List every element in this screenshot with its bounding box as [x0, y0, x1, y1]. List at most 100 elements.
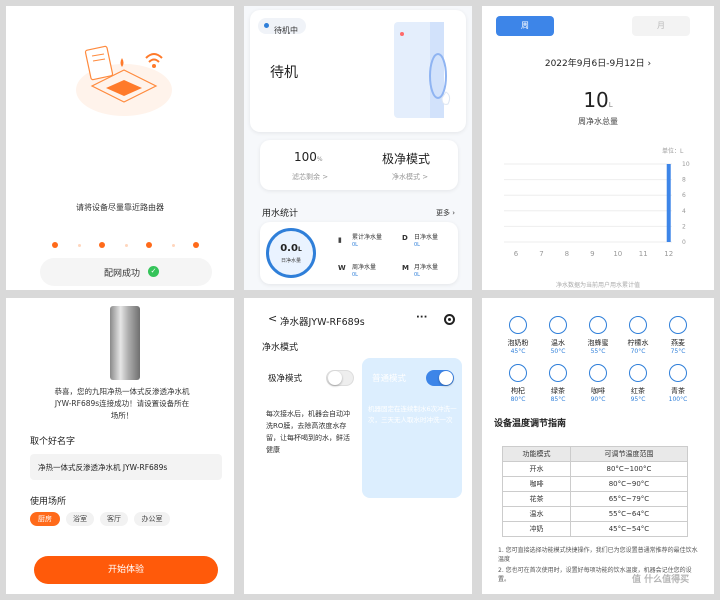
back-button[interactable]: <: [268, 312, 277, 325]
temperature-table: 功能模式 可调节温度范围 开水 80°C~100°C 咖啡 80°C~90°C 花茶 65…: [502, 446, 689, 537]
stats-card: 0.0L 日净水量 ▮ 累计净水量 0L D 日净水量 0L W 周净水量 0L…: [260, 222, 458, 284]
ji-mode-desc: 每次接水后，机器会自动冲洗RO膜，去除高浓度水存留，让每杯喝到的水，鲜活健康: [266, 410, 350, 454]
week-label: 周净水量: [352, 264, 377, 271]
check-icon: ✓: [148, 266, 159, 277]
x-tick-label: 9: [590, 250, 594, 258]
table-header: 可调节温度范围: [569, 446, 689, 462]
mode-label: 咖啡: [591, 387, 605, 395]
mode-temp: 80°C: [510, 396, 526, 403]
day-value: 0L: [414, 242, 420, 248]
watermark: 值 什么值得买: [632, 575, 690, 585]
table-row: 咖啡 80°C~90°C: [502, 476, 689, 492]
mode-5-icon[interactable]: [509, 364, 527, 382]
mode-temp: 95°C: [630, 396, 646, 403]
table-cell: 80°C~90°C: [569, 476, 689, 492]
mode-4-icon[interactable]: [669, 316, 687, 334]
more-options-icon[interactable]: ···: [416, 312, 427, 323]
device-name-input[interactable]: 净热一体式反渗透净水机 JYW-RF689s: [30, 454, 222, 480]
y-tick-label: 6: [682, 192, 686, 199]
mode-temp: 100°C: [668, 396, 688, 403]
pairing-success-button[interactable]: 配网成功 ✓: [40, 258, 212, 286]
mode-label: 青茶: [671, 387, 685, 395]
congrats-text: 恭喜，您的九阳净热一体式反渗透净水机 JYW-RF689s连接成功！请设置设备所…: [54, 387, 190, 420]
table-cell: 45°C~54°C: [569, 521, 689, 537]
month-icon: M: [402, 264, 409, 272]
week-value: 0L: [352, 272, 358, 278]
month-value: 0L: [414, 272, 420, 278]
stats-title: 用水统计: [262, 209, 299, 219]
table-row: 开水 80°C~100°C: [502, 461, 689, 477]
progress-dot: [193, 242, 199, 248]
x-tick-label: 8: [565, 250, 569, 258]
pairing-success-label: 配网成功: [104, 269, 141, 279]
x-tick-label: 10: [613, 250, 622, 258]
filter-remaining-link[interactable]: 滤芯剩余 >: [292, 172, 328, 182]
progress-dot: [52, 242, 58, 248]
mode-label: 枸杞: [511, 387, 525, 395]
progress-dot: [146, 242, 152, 248]
y-tick-label: 8: [682, 177, 686, 184]
mode-temp: 75°C: [670, 348, 686, 355]
day-icon: D: [402, 234, 408, 242]
status-dot-icon: [264, 23, 269, 28]
date-range[interactable]: 2022年9月6日-9月12日 ›: [482, 56, 714, 69]
table-cell: 冲奶: [502, 521, 571, 537]
mode-label: 温水: [551, 339, 565, 347]
place-chip-office[interactable]: 办公室: [134, 512, 170, 526]
mode-3-icon[interactable]: [629, 316, 647, 334]
water-mode-link[interactable]: 净水模式 >: [392, 172, 428, 182]
status-badge: 待机中: [258, 18, 306, 35]
table-cell: 80°C~100°C: [569, 461, 689, 477]
normal-mode-desc: 机器固定在连续制水6次冲洗一次，三天无人取水时冲洗一次: [368, 405, 457, 424]
filter-value: 100%: [294, 150, 323, 164]
mode-label: 泡蜂蜜: [587, 339, 609, 347]
mode-temp: 55°C: [590, 348, 606, 355]
mode-9-icon[interactable]: [669, 364, 687, 382]
pairing-prompt: 请将设备尽量靠近路由器: [76, 203, 164, 212]
mode-temp: 45°C: [510, 348, 526, 355]
table-header: 功能模式: [502, 446, 571, 462]
mode-label: 柠檬水: [627, 339, 649, 347]
purifier-silver-image: [110, 306, 140, 380]
mode-temp: 70°C: [630, 348, 646, 355]
place-chip-bathroom[interactable]: 浴室: [66, 512, 94, 526]
start-button[interactable]: 开始体验: [34, 556, 218, 584]
normal-mode-card[interactable]: 普通模式 机器固定在连续制水6次冲洗一次，三天无人取水时冲洗一次: [362, 358, 462, 498]
status-card: 100% 滤芯剩余 > 极净模式 净水模式 >: [260, 140, 458, 190]
total-value: 0L: [352, 242, 358, 248]
mode-temp: 50°C: [550, 348, 566, 355]
mode-1-icon[interactable]: [549, 316, 567, 334]
tab-week[interactable]: 周: [496, 16, 554, 36]
ji-mode-toggle[interactable]: [326, 370, 354, 386]
device-home-panel: 待机中 待机 100% 滤芯剩余 > 极净模式 净水模式 > 用水统计 更多 ›…: [244, 6, 472, 290]
tab-month[interactable]: 月: [632, 16, 690, 36]
table-row: 温水 55°C~64°C: [502, 506, 689, 522]
progress-dot: [125, 244, 128, 247]
mode-0-icon[interactable]: [509, 316, 527, 334]
mode-label: 泡奶粉: [507, 339, 529, 347]
place-chip-living-room[interactable]: 客厅: [100, 512, 128, 526]
place-chip-kitchen[interactable]: 厨房: [30, 512, 60, 526]
day-label: 日净水量: [414, 234, 439, 241]
mode-value: 极净模式: [382, 152, 431, 166]
table-row: 冲奶 45°C~54°C: [502, 521, 689, 537]
device-state: 待机: [270, 65, 298, 81]
stats-more-link[interactable]: 更多 ›: [436, 208, 455, 218]
progress-dot: [78, 244, 81, 247]
weekly-bar-chart: 0 2 4 6 8 10 6 7 8 9 10 11 12: [504, 161, 690, 258]
weekly-total-label: 周净水总量: [578, 117, 618, 126]
ji-mode-label: 极净模式: [268, 374, 303, 384]
mode-8-icon[interactable]: [629, 364, 647, 382]
normal-mode-label: 普通模式: [372, 374, 407, 384]
water-mode-panel: < 净水器JYW-RF689s ··· 净水模式 极净模式 每次接水后，机器会自…: [244, 298, 472, 594]
mode-7-icon[interactable]: [589, 364, 607, 382]
bar: [666, 164, 671, 242]
normal-mode-toggle[interactable]: [426, 370, 454, 386]
mode-label: 绿茶: [551, 387, 565, 395]
mode-2-icon[interactable]: [589, 316, 607, 334]
target-icon[interactable]: [444, 314, 455, 325]
daily-gauge: 0.0L 日净水量: [266, 228, 316, 278]
guide-note-1: 1. 您可直接选择功能模式快捷操作，我们已为您设置普通常推荐的最佳饮水温度: [498, 547, 698, 563]
bar-chart-icon: ▮: [338, 236, 342, 244]
mode-6-icon[interactable]: [549, 364, 567, 382]
